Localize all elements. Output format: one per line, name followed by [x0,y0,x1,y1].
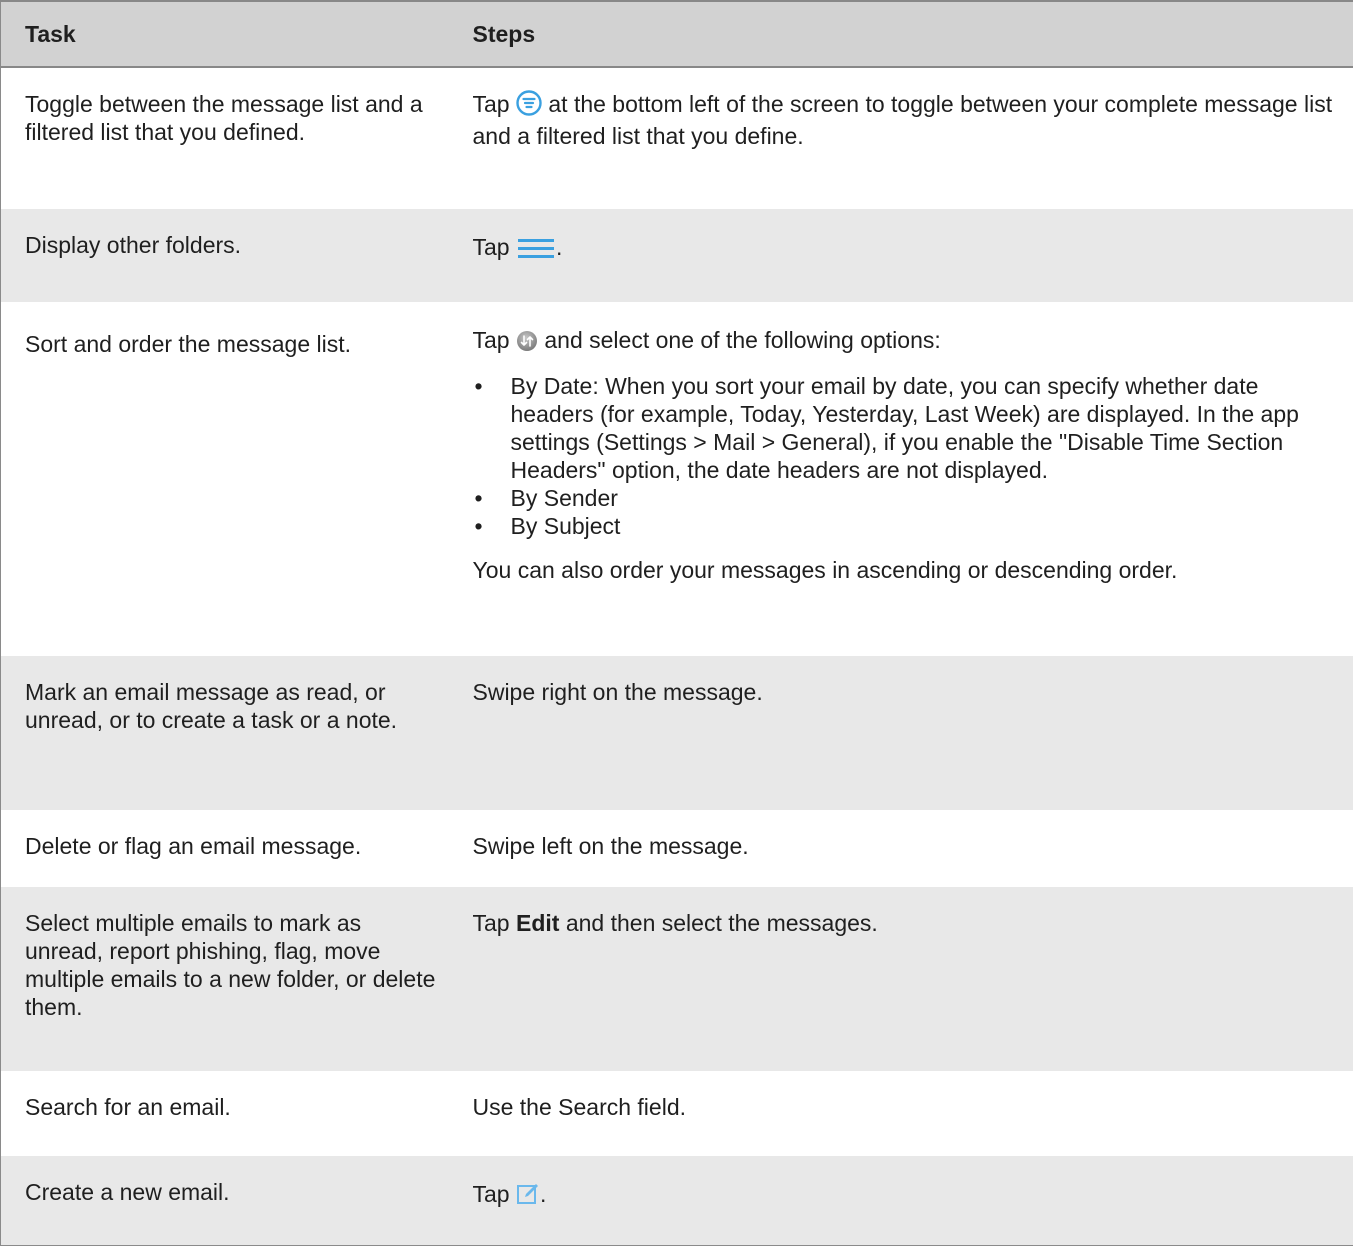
task-steps-table: Task Steps Toggle between the message li… [0,0,1353,1246]
list-item-text: By Date: When you sort your email by dat… [511,373,1299,483]
steps-footer: You can also order your messages in asce… [473,556,1340,584]
list-item: • By Date: When you sort your email by da… [473,372,1340,484]
task-cell: Search for an email. [1,1071,447,1156]
task-cell: Select multiple emails to mark as unread… [1,887,447,1071]
compose-icon [516,1182,540,1212]
task-cell: Mark an email message as read, or unread… [1,656,447,810]
steps-cell: Tap Edit and then select the messages. [447,887,1353,1071]
list-item: • By Sender [473,484,1340,512]
task-cell: Create a new email. [1,1156,447,1246]
table-row: Create a new email. Tap . [1,1156,1353,1246]
steps-text: and select one of the following options: [544,327,940,353]
edit-term: Edit [516,910,559,936]
steps-cell: Tap . [447,1156,1353,1246]
table-header-row: Task Steps [1,1,1353,67]
task-cell: Sort and order the message list. [1,302,447,656]
table-row: Sort and order the message list. Tap and… [1,302,1353,656]
task-cell: Toggle between the message list and a fi… [1,67,447,209]
steps-text: and then select the messages. [566,910,878,936]
list-item-text: By Subject [511,513,621,539]
bullet: • [475,372,483,400]
steps-text: at the bottom left of the screen to togg… [473,91,1333,149]
table-row: Display other folders. Tap . [1,209,1353,302]
task-column-header: Task [1,1,447,67]
steps-text: . [540,1181,546,1207]
steps-cell: Swipe right on the message. [447,656,1353,810]
steps-text: . [556,234,562,260]
steps-cell: Tap at the bottom left of the screen to … [447,67,1353,209]
bullet: • [475,484,483,512]
task-cell: Display other folders. [1,209,447,302]
table-row: Search for an email. Use the Search fiel… [1,1071,1353,1156]
steps-text: Tap [473,91,510,117]
steps-cell: Swipe left on the message. [447,810,1353,887]
bullet: • [475,512,483,540]
steps-text: Tap [473,910,510,936]
sort-icon [516,330,538,358]
steps-text: Tap [473,327,510,353]
table-row: Delete or flag an email message. Swipe l… [1,810,1353,887]
steps-text: Tap [473,1181,510,1207]
menu-icon [516,237,556,265]
list-item-text: By Sender [511,485,618,511]
filter-icon [516,90,542,122]
list-item: • By Subject [473,512,1340,540]
steps-cell: Tap . [447,209,1353,302]
sort-options-list: • By Date: When you sort your email by da… [473,372,1340,540]
steps-cell: Tap and select one of the following opti… [447,302,1353,656]
table-row: Select multiple emails to mark as unread… [1,887,1353,1071]
task-cell: Delete or flag an email message. [1,810,447,887]
steps-column-header: Steps [447,1,1353,67]
table-row: Toggle between the message list and a fi… [1,67,1353,209]
table-row: Mark an email message as read, or unread… [1,656,1353,810]
steps-cell: Use the Search field. [447,1071,1353,1156]
steps-text: Tap [473,234,510,260]
